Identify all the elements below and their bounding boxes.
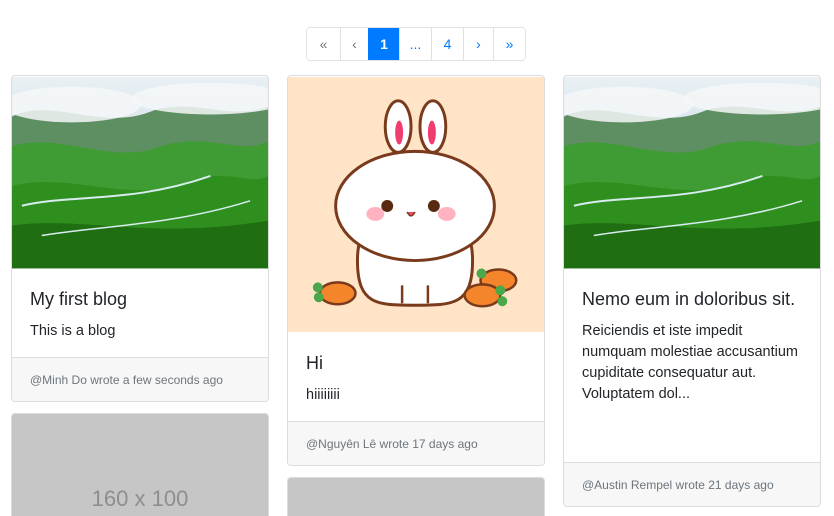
prev-page-button[interactable]: ‹: [340, 28, 368, 60]
bunny-image: [288, 76, 544, 333]
page-4-button[interactable]: 4: [431, 28, 463, 60]
blog-list-page: « ‹ 1 ... 4 › » My first blog This is a …: [0, 0, 834, 516]
card-title[interactable]: My first blog: [30, 289, 250, 311]
card-title[interactable]: Nemo eum in doloribus sit.: [582, 289, 802, 311]
mountain-landscape-image: [12, 76, 268, 269]
last-page-button[interactable]: »: [493, 28, 525, 60]
blog-card[interactable]: Nemo eum in doloribus sit. Reiciendis et…: [563, 75, 821, 507]
placeholder-label: 160 x 100: [91, 486, 189, 511]
card-text: hiiiiiiii: [306, 386, 340, 403]
card-body: Hi hiiiiiiii: [288, 353, 544, 406]
card-text: This is a blog: [30, 322, 116, 339]
first-page-button[interactable]: «: [307, 28, 340, 60]
card-text: Reiciendis et iste impedit numquam moles…: [582, 322, 798, 402]
placeholder-image: [287, 477, 545, 516]
card-footer: @Austin Rempel wrote 21 days ago: [564, 462, 820, 506]
placeholder-image: 160 x 100: [11, 413, 269, 516]
card-body: My first blog This is a blog: [12, 289, 268, 342]
page-1-button[interactable]: 1: [368, 28, 399, 60]
blog-card[interactable]: My first blog This is a blog @Minh Do wr…: [11, 75, 269, 402]
card-footer: @Minh Do wrote a few seconds ago: [12, 357, 268, 401]
page-ellipsis[interactable]: ...: [399, 28, 431, 60]
card-footer: @Nguyên Lê wrote 17 days ago: [288, 421, 544, 465]
card-body: Nemo eum in doloribus sit. Reiciendis et…: [564, 289, 820, 405]
next-page-button[interactable]: ›: [463, 28, 493, 60]
pagination: « ‹ 1 ... 4 › »: [306, 27, 526, 61]
mountain-landscape-image: [564, 76, 820, 269]
card-title[interactable]: Hi: [306, 353, 526, 375]
blog-card[interactable]: Hi hiiiiiiii @Nguyên Lê wrote 17 days ag…: [287, 75, 545, 466]
